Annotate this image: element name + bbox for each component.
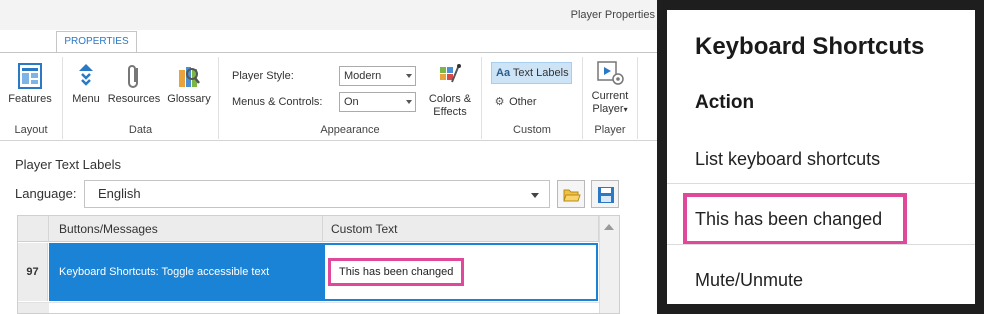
- features-icon: [18, 63, 42, 89]
- ribbon: Features Layout Menu Resources Glossary …: [0, 53, 657, 141]
- column-header-custom-text[interactable]: Custom Text: [323, 216, 599, 242]
- glossary-icon: [179, 67, 200, 87]
- current-player-label-1: Current: [591, 90, 629, 102]
- text-labels-button[interactable]: Aa Text Labels: [491, 62, 572, 84]
- vertical-scrollbar[interactable]: [599, 216, 619, 313]
- current-player-button[interactable]: Current Player▾: [586, 59, 634, 116]
- scroll-up-arrow-icon[interactable]: [604, 224, 614, 230]
- other-button[interactable]: ⚙ Other: [493, 95, 537, 109]
- keyboard-shortcuts-panel: Keyboard Shortcuts Action List keyboard …: [667, 10, 975, 304]
- resources-label: Resources: [107, 93, 161, 105]
- chevron-down-icon: [406, 100, 412, 104]
- save-icon: [598, 187, 614, 203]
- chevron-down-icon: [531, 193, 539, 198]
- menus-controls-label: Menus & Controls:: [232, 96, 323, 108]
- list-item[interactable]: List keyboard shortcuts: [695, 149, 880, 170]
- menu-icon: [79, 64, 93, 86]
- column-header-buttons-messages[interactable]: Buttons/Messages: [49, 216, 323, 242]
- dropdown-arrow-icon: ▾: [623, 105, 628, 114]
- grid-corner-header: [18, 216, 49, 242]
- group-label-layout: Layout: [14, 124, 48, 136]
- player-style-label: Player Style:: [232, 70, 294, 82]
- title-bar: Player Properties: [0, 0, 657, 30]
- player-properties-editor: Player Properties PROPERTIES Features La…: [0, 0, 657, 314]
- custom-text-value: This has been changed: [328, 258, 465, 286]
- palette-icon: [440, 64, 461, 83]
- colors-effects-label-2: Effects: [433, 106, 467, 118]
- folder-open-icon: [563, 189, 581, 202]
- chevron-down-icon: [406, 74, 412, 78]
- window-title: Player Properties: [570, 9, 655, 21]
- colors-effects-button[interactable]: Colors & Effects: [424, 62, 476, 119]
- message-cell[interactable]: Keyboard Shortcuts: Toggle accessible te…: [49, 243, 323, 301]
- paperclip-icon: [128, 65, 138, 88]
- player-settings-icon: [597, 61, 624, 85]
- language-value: English: [98, 186, 141, 201]
- group-label-custom: Custom: [513, 124, 551, 136]
- table-row: [18, 302, 49, 313]
- row-number: 97: [18, 243, 48, 301]
- group-separator: [637, 57, 638, 139]
- text-labels-label: Text Labels: [512, 67, 569, 79]
- gear-icon: ⚙: [494, 96, 505, 108]
- features-label: Features: [8, 93, 52, 105]
- player-style-value: Modern: [344, 70, 382, 82]
- colors-effects-label-1: Colors &: [428, 93, 472, 105]
- group-label-appearance: Appearance: [320, 124, 380, 136]
- table-row[interactable]: [49, 302, 599, 313]
- panel-title: Player Text Labels: [15, 157, 121, 172]
- current-player-label-2: Player▾: [592, 103, 628, 115]
- custom-text-cell[interactable]: This has been changed: [323, 243, 598, 301]
- divider: [667, 244, 975, 245]
- player-style-select[interactable]: Modern: [339, 66, 416, 86]
- resources-button[interactable]: Resources: [106, 62, 162, 106]
- menus-controls-select[interactable]: On: [339, 92, 416, 112]
- save-language-button[interactable]: [591, 180, 619, 208]
- action-column-header: Action: [695, 92, 755, 113]
- text-labels-icon: Aa: [496, 67, 511, 79]
- tab-properties[interactable]: PROPERTIES: [56, 31, 137, 53]
- group-label-player: Player: [594, 124, 626, 136]
- glossary-label: Glossary: [167, 93, 211, 105]
- menu-button[interactable]: Menu: [68, 62, 104, 106]
- menus-controls-value: On: [344, 96, 359, 108]
- text-labels-grid: Buttons/Messages Custom Text 97 Keyboard…: [17, 215, 620, 314]
- glossary-button[interactable]: Glossary: [164, 62, 214, 106]
- open-language-button[interactable]: [557, 180, 585, 208]
- divider: [667, 183, 975, 184]
- language-select[interactable]: English: [84, 180, 550, 208]
- keyboard-shortcuts-title: Keyboard Shortcuts: [695, 33, 925, 60]
- group-label-data: Data: [128, 124, 153, 136]
- other-label: Other: [509, 96, 537, 108]
- features-button[interactable]: Features: [5, 62, 55, 106]
- list-item[interactable]: This has been changed: [695, 209, 882, 230]
- menu-label: Menu: [72, 93, 100, 105]
- language-label: Language:: [15, 186, 77, 201]
- list-item[interactable]: Mute/Unmute: [695, 270, 803, 291]
